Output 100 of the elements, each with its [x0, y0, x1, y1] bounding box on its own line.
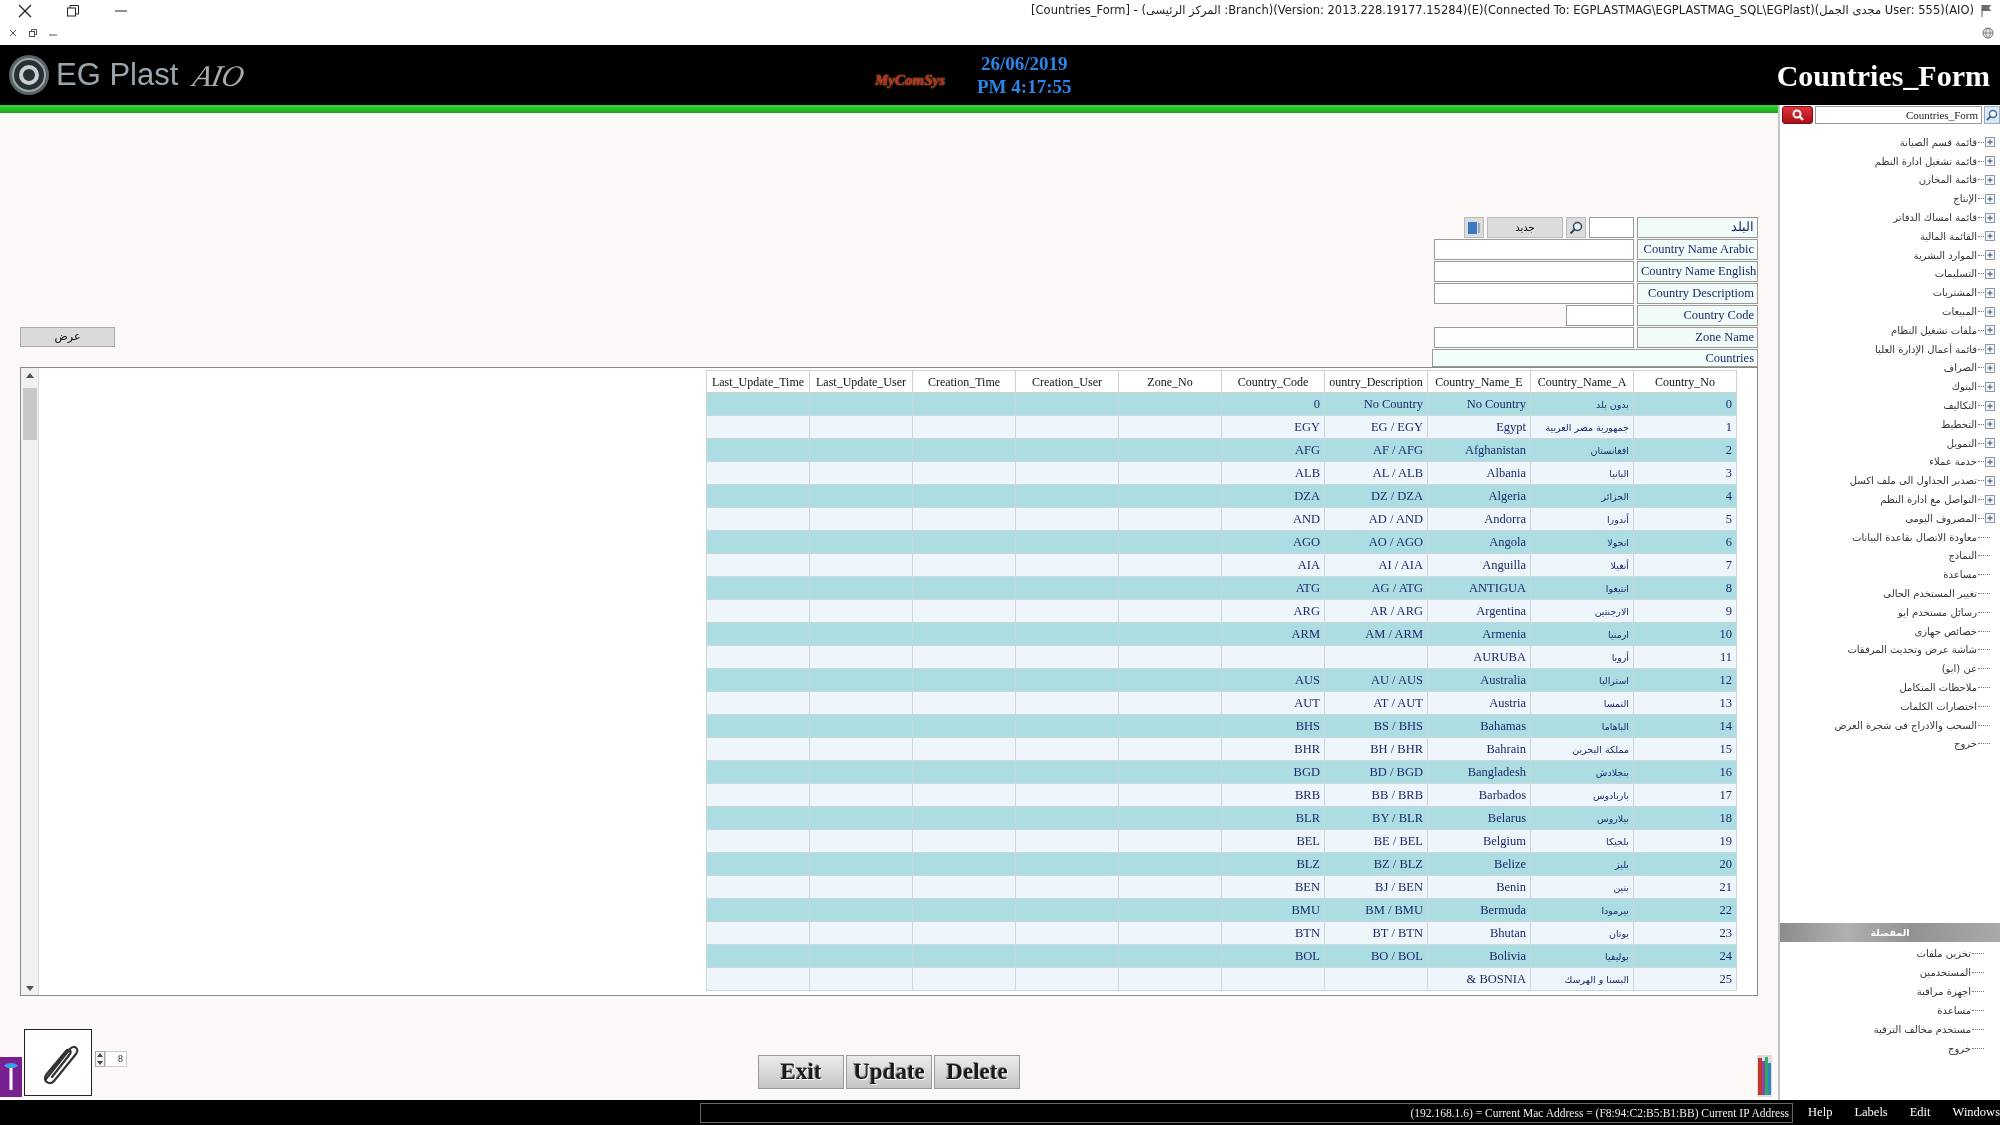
new-button[interactable]: جديد [1487, 217, 1563, 238]
menu-item[interactable]: ملاحظات المتكامل [1899, 680, 1977, 695]
restore-button[interactable] [26, 26, 40, 40]
expand-icon[interactable] [1985, 381, 1995, 392]
menu-item[interactable]: النماذج [1948, 548, 1977, 564]
menu-item[interactable]: الصراف [1943, 360, 1977, 376]
menu-item[interactable]: شاشة عرض وتحديث المرفقات [1847, 642, 1977, 658]
column-header[interactable]: Country_No [1633, 370, 1737, 393]
column-header[interactable]: Creation_User [1015, 370, 1119, 393]
menu-item[interactable]: التخطيط [1941, 416, 1977, 432]
column-header[interactable]: Country_Name_A [1530, 370, 1634, 393]
menu-item[interactable]: التسليمات [1934, 266, 1977, 282]
menu-item[interactable]: البنوك [1951, 379, 1977, 395]
menu-item[interactable]: التواصل مع ادارة النظم [1880, 492, 1977, 508]
expand-icon[interactable] [1985, 475, 1995, 486]
menu-item[interactable]: قائمة امساك الدفاتر [1893, 210, 1977, 226]
expand-icon[interactable] [1985, 513, 1995, 524]
menu-item[interactable]: قائمة المخازن [1918, 172, 1977, 188]
input-field[interactable] [1566, 305, 1634, 326]
menu-item[interactable]: ملفات تشغيل النظام [1891, 322, 1977, 338]
search-button[interactable] [1782, 106, 1813, 124]
menu-item[interactable]: تخزين ملفات [1916, 946, 1971, 961]
menu-item[interactable]: خروج [1948, 1041, 1971, 1056]
expand-icon[interactable] [1985, 287, 1995, 298]
expand-icon[interactable] [1985, 419, 1995, 430]
column-header[interactable]: Creation_Time [912, 370, 1016, 393]
expand-icon[interactable] [1985, 175, 1995, 185]
menu-item[interactable]: Labels [1854, 1103, 1888, 1122]
menu-item[interactable]: Edit [1909, 1103, 1931, 1122]
book-button[interactable] [1464, 217, 1484, 238]
menu-item[interactable]: السحب والادراج فى شجرة العرض [1834, 717, 1977, 733]
action-button[interactable]: Update [846, 1055, 932, 1089]
expand-icon[interactable] [1985, 268, 1995, 279]
expand-icon[interactable] [1985, 456, 1995, 467]
expand-icon[interactable] [1985, 400, 1995, 411]
expand-icon[interactable] [1985, 494, 1995, 505]
menu-item[interactable]: الموارد البشرية [1913, 247, 1977, 263]
menu-item[interactable]: قائمة تشغيل ادارة النظم [1874, 153, 1977, 169]
number-field[interactable]: 8 [105, 1051, 127, 1067]
menu-item[interactable]: معاودة الاتصال بقاعدة البيانات [1851, 529, 1977, 545]
menu-item[interactable]: التمويل [1946, 435, 1977, 451]
menu-item[interactable]: رسائل مستخدم ايو [1898, 604, 1977, 620]
search-button[interactable] [1984, 106, 2000, 124]
expand-icon[interactable] [1985, 137, 1995, 148]
expand-icon[interactable] [1985, 362, 1995, 373]
menu-item[interactable]: Windows [1952, 1103, 2000, 1122]
menu-item[interactable]: عن (ايو) [1941, 661, 1977, 677]
menu-item[interactable]: اجهزة مراقبة [1916, 984, 1971, 999]
menu-item[interactable]: المصروف اليومى [1905, 510, 1977, 526]
menu-item[interactable]: اختصارات الكلمات [1900, 698, 1977, 714]
input-field[interactable] [1434, 261, 1634, 282]
expand-icon[interactable] [1985, 325, 1995, 336]
expand-icon[interactable] [1985, 193, 1995, 204]
scroll-up-icon[interactable] [25, 372, 34, 378]
expand-icon[interactable] [1985, 344, 1995, 355]
input-field[interactable] [1589, 217, 1634, 238]
search-field[interactable]: Countries_Form [1815, 106, 1982, 124]
menu-item[interactable]: خدمة عملاء [1929, 454, 1977, 470]
column-header[interactable]: Country_Code [1221, 370, 1325, 393]
input-field[interactable] [1434, 283, 1634, 304]
expand-icon[interactable] [1985, 231, 1995, 242]
column-header[interactable]: Last_Update_Time [706, 370, 810, 393]
menu-item[interactable]: الإنتاج [1953, 191, 1977, 207]
column-header[interactable]: ountry_Description [1324, 370, 1428, 393]
action-button[interactable]: Delete [934, 1055, 1020, 1089]
column-header[interactable]: Country_Name_E [1427, 370, 1531, 393]
menu-item[interactable]: خصائص جهازى [1914, 623, 1977, 639]
action-button[interactable]: Exit [758, 1055, 844, 1089]
scroll-down-icon[interactable] [25, 985, 34, 991]
menu-item[interactable]: المشتريات [1932, 285, 1977, 301]
menu-item[interactable]: مستخدم مخالف الترقية [1873, 1022, 1971, 1037]
show-button[interactable]: عرض [20, 327, 115, 347]
search-button[interactable] [1566, 217, 1586, 238]
attachment-button[interactable] [24, 1029, 92, 1096]
input-field[interactable] [1434, 327, 1634, 348]
expand-icon[interactable] [1985, 156, 1995, 167]
menu-item[interactable]: القائمة المالية [1919, 228, 1977, 244]
menu-item[interactable]: المبيعات [1942, 304, 1977, 320]
input-field[interactable] [1434, 239, 1634, 260]
menu-item[interactable]: قائمة قسم الصيانة [1899, 134, 1977, 150]
menu-item[interactable]: Help [1808, 1103, 1833, 1122]
expand-icon[interactable] [1985, 438, 1995, 449]
scrollbar[interactable] [21, 368, 39, 995]
menu-item[interactable]: تغيير المستخدم الحالى [1883, 586, 1977, 601]
menu-item[interactable]: خروج [1954, 736, 1977, 752]
menu-item[interactable]: تصدير الجداول الى ملف اكسل [1849, 473, 1977, 489]
menu-item[interactable]: التكاليف [1943, 398, 1977, 414]
expand-icon[interactable] [1985, 306, 1995, 317]
menu-item[interactable]: المستخدمين [1919, 965, 1971, 980]
books-icon[interactable] [1757, 1055, 1772, 1097]
menu-item[interactable]: مساعدة [1943, 567, 1977, 583]
spinner-arrows-icon[interactable] [95, 1051, 105, 1067]
scrollbar-thumb[interactable] [22, 388, 37, 440]
column-header[interactable]: Last_Update_User [809, 370, 913, 393]
hammer-icon[interactable] [0, 1057, 22, 1097]
expand-icon[interactable] [1985, 250, 1995, 261]
menu-item[interactable]: مساعدة [1937, 1003, 1971, 1018]
expand-icon[interactable] [1985, 212, 1995, 223]
menu-item[interactable]: قائمة أعمال الإدارة العليا [1875, 341, 1977, 357]
column-header[interactable]: Zone_No [1118, 370, 1222, 393]
